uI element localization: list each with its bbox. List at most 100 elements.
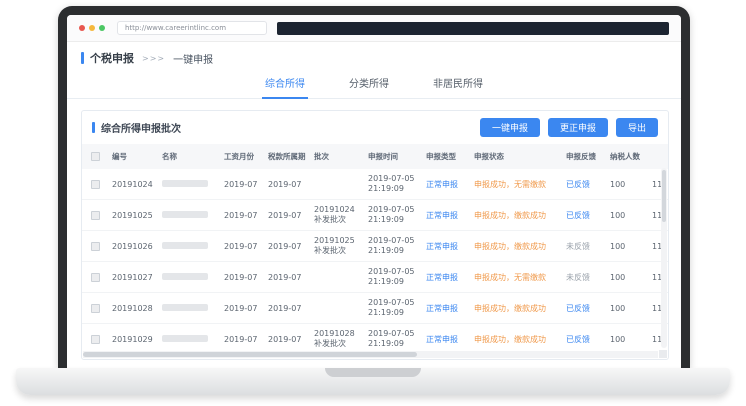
column-header: 申报状态 xyxy=(470,144,562,169)
cell-declare-type: 正常申报 xyxy=(422,324,470,352)
column-header: 申报类型 xyxy=(422,144,470,169)
horizontal-scrollbar[interactable] xyxy=(83,351,658,358)
breadcrumb-separator: >>> xyxy=(142,54,165,63)
scrollbar-corner xyxy=(659,350,667,358)
redacted-name-placeholder xyxy=(162,304,208,311)
cell-declare-status: 申报成功，缴款成功 xyxy=(470,200,562,231)
cell-declare-type: 正常申报 xyxy=(422,231,470,262)
panel-actions: 一键申报更正申报导出 xyxy=(480,118,658,137)
cell-name xyxy=(158,200,220,231)
select-all-checkbox[interactable] xyxy=(91,152,100,161)
select-all-cell xyxy=(82,144,108,169)
column-header: 编号 xyxy=(108,144,158,169)
browser-window: http://www.careerintlinc.com 个税申报 >>> 一键… xyxy=(67,15,681,368)
address-bar[interactable]: http://www.careerintlinc.com xyxy=(117,21,267,35)
redacted-name-placeholder xyxy=(162,335,208,342)
window-minimize-dot-icon[interactable] xyxy=(89,25,95,31)
redacted-name-placeholder xyxy=(162,180,208,187)
window-maximize-dot-icon[interactable] xyxy=(99,25,105,31)
cell-feedback: 已反馈 xyxy=(562,200,606,231)
horizontal-scrollbar-thumb[interactable] xyxy=(83,352,417,357)
redacted-name-placeholder xyxy=(162,273,208,280)
breadcrumb-current: 一键申报 xyxy=(173,51,213,66)
cell-name xyxy=(158,262,220,293)
row-checkbox[interactable] xyxy=(91,180,100,189)
row-checkbox[interactable] xyxy=(91,273,100,282)
browser-toolbar-strip xyxy=(277,22,669,35)
page-header: 个税申报 >>> 一键申报 xyxy=(67,42,681,72)
cell-taxpayer-count: 100 xyxy=(606,231,648,262)
cell-declare-time: 2019-07-0521:19:09 xyxy=(364,231,422,262)
column-header: 申报反馈 xyxy=(562,144,606,169)
cell-salary-month: 2019-07 xyxy=(220,200,264,231)
cell-name xyxy=(158,324,220,352)
laptop-base-notch xyxy=(325,368,421,377)
cell-batch-id: 20191026 xyxy=(108,231,158,262)
table-row: 20191024 2019-072019-07 2019-07-0521:19:09… xyxy=(82,169,668,200)
correct-declare-button[interactable]: 更正申报 xyxy=(548,118,608,137)
table-row: 201910262019-072019-0720191025补发批次2019-0… xyxy=(82,231,668,262)
cell-declare-time: 2019-07-0521:19:09 xyxy=(364,324,422,352)
browser-chrome: http://www.careerintlinc.com xyxy=(67,15,681,42)
tabs: 综合所得 分类所得 非居民所得 xyxy=(67,72,681,99)
cell-salary-month: 2019-07 xyxy=(220,169,264,200)
cell-declare-type: 正常申报 xyxy=(422,200,470,231)
cell-declare-type: 正常申报 xyxy=(422,262,470,293)
tab-classified-income[interactable]: 分类所得 xyxy=(346,72,392,98)
cell-tax-period: 2019-07 xyxy=(264,169,310,200)
cell-supplement-batch xyxy=(310,293,364,324)
batch-table: 编号名称工资月份税款所属期批次申报时间申报类型申报状态申报反馈纳税人数 2019… xyxy=(82,144,668,351)
cell-name xyxy=(158,293,220,324)
cell-salary-month: 2019-07 xyxy=(220,324,264,352)
cell-tax-period: 2019-07 xyxy=(264,200,310,231)
cell-salary-month: 2019-07 xyxy=(220,231,264,262)
cell-feedback: 未反馈 xyxy=(562,231,606,262)
page-content: 个税申报 >>> 一键申报 综合所得 分类所得 非居民所得 综合所得申报批次 一键申… xyxy=(67,42,681,368)
cell-feedback: 已反馈 xyxy=(562,324,606,352)
laptop-base xyxy=(16,368,730,395)
cell-feedback: 未反馈 xyxy=(562,262,606,293)
title-accent-bar xyxy=(81,52,84,64)
tab-nonresident-income[interactable]: 非居民所得 xyxy=(430,72,486,98)
panel-title: 综合所得申报批次 xyxy=(101,120,181,135)
cell-declare-time: 2019-07-0521:19:09 xyxy=(364,169,422,200)
redacted-name-placeholder xyxy=(162,242,208,249)
column-header: 名称 xyxy=(158,144,220,169)
row-checkbox[interactable] xyxy=(91,211,100,220)
cell-supplement-batch: 20191024补发批次 xyxy=(310,200,364,231)
column-header: 纳税人数 xyxy=(606,144,648,169)
column-header: 工资月份 xyxy=(220,144,264,169)
vertical-scrollbar[interactable] xyxy=(661,168,667,348)
cell-name xyxy=(158,231,220,262)
table-body: 201910242019-072019-072019-07-0521:19:09… xyxy=(82,169,668,351)
cell-declare-time: 2019-07-0521:19:09 xyxy=(364,200,422,231)
export-button[interactable]: 导出 xyxy=(616,118,658,137)
window-close-dot-icon[interactable] xyxy=(79,25,85,31)
column-header: 批次 xyxy=(310,144,364,169)
cell-batch-id: 20191024 xyxy=(108,169,158,200)
table-area: 编号名称工资月份税款所属期批次申报时间申报类型申报状态申报反馈纳税人数 2019… xyxy=(82,144,668,351)
vertical-scrollbar-thumb[interactable] xyxy=(662,170,666,222)
tab-comprehensive-income[interactable]: 综合所得 xyxy=(262,72,308,99)
cell-salary-month: 2019-07 xyxy=(220,293,264,324)
cell-batch-id: 20191027 xyxy=(108,262,158,293)
cell-feedback: 已反馈 xyxy=(562,169,606,200)
row-checkbox[interactable] xyxy=(91,304,100,313)
panel-accent-bar xyxy=(92,122,95,133)
page-title: 个税申报 xyxy=(90,50,134,66)
cell-declare-status: 申报成功，缴款成功 xyxy=(470,231,562,262)
cell-supplement-batch xyxy=(310,169,364,200)
cell-declare-status: 申报成功，缴款成功 xyxy=(470,324,562,352)
cell-feedback: 已反馈 xyxy=(562,293,606,324)
row-checkbox[interactable] xyxy=(91,335,100,344)
cell-supplement-batch: 20191028补发批次 xyxy=(310,324,364,352)
one-click-declare-button[interactable]: 一键申报 xyxy=(480,118,540,137)
cell-declare-type: 正常申报 xyxy=(422,169,470,200)
row-checkbox[interactable] xyxy=(91,242,100,251)
cell-taxpayer-count: 100 xyxy=(606,262,648,293)
cell-taxpayer-count: 100 xyxy=(606,293,648,324)
batch-panel: 综合所得申报批次 一键申报更正申报导出 编号名称工资月份税款所属期批次申报时间申… xyxy=(81,110,669,360)
cell-tax-period: 2019-07 xyxy=(264,231,310,262)
table-row: 201910252019-072019-0720191024补发批次2019-0… xyxy=(82,200,668,231)
cell-taxpayer-count: 100 xyxy=(606,324,648,352)
